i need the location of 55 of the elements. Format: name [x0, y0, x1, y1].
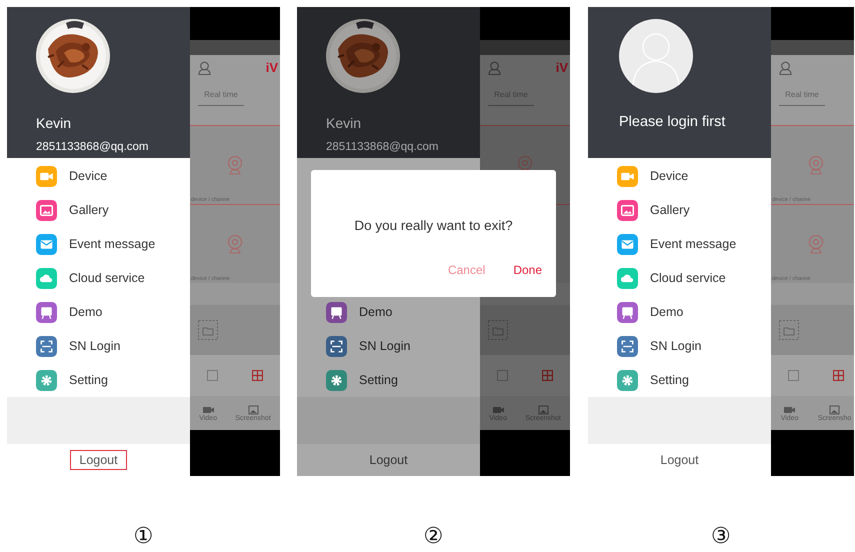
logout-button[interactable]: Logout [360, 450, 417, 470]
done-button[interactable]: Done [513, 263, 542, 277]
webcam-icon [226, 234, 244, 254]
video-camera-icon [492, 404, 505, 414]
user-email: 2851133868@qq.com [326, 141, 440, 153]
menu-item[interactable]: Event message [7, 227, 190, 261]
menu-item[interactable]: Setting [297, 363, 480, 397]
webcam-icon [807, 155, 825, 175]
grid-view-icon[interactable] [542, 370, 553, 381]
menu-item[interactable]: Cloud service [588, 261, 771, 295]
menu-item[interactable]: Demo [588, 295, 771, 329]
menu-item[interactable]: Device [588, 159, 771, 193]
step-number: ③ [711, 523, 731, 548]
menu-item[interactable]: Cloud service [7, 261, 190, 295]
user-icon [198, 61, 211, 75]
webcam-icon [226, 155, 244, 175]
app-logo: iV [266, 60, 278, 75]
dialog-message: Do you really want to exit? [353, 218, 514, 233]
step-number: ① [134, 523, 154, 548]
avatar-icon [619, 19, 693, 93]
user-name: Kevin [36, 115, 72, 131]
menu-item[interactable]: Gallery [588, 193, 771, 227]
single-view-icon[interactable] [207, 370, 218, 381]
folder-icon[interactable] [779, 320, 799, 340]
photo-icon [828, 404, 842, 414]
user-name: Kevin [326, 115, 362, 131]
login-prompt: Please login first [619, 114, 726, 130]
video-camera-icon [783, 404, 796, 414]
grid-view-icon[interactable] [252, 370, 263, 381]
video-camera-icon [202, 404, 215, 414]
photo-icon [246, 404, 260, 414]
step-number: ② [424, 523, 444, 548]
user-icon [779, 61, 792, 75]
menu-item[interactable]: Setting [588, 363, 771, 397]
folder-icon[interactable] [488, 320, 508, 340]
user-icon [488, 61, 501, 75]
grid-view-icon[interactable] [833, 370, 844, 381]
menu-item[interactable]: SN Login [588, 329, 771, 363]
menu-item[interactable]: Demo [297, 295, 480, 329]
menu-item[interactable]: Demo [7, 295, 190, 329]
menu-item[interactable]: SN Login [297, 329, 480, 363]
folder-icon[interactable] [198, 320, 218, 340]
logout-button[interactable]: Logout [651, 450, 708, 470]
app-logo: iV [556, 60, 568, 75]
menu-item[interactable]: SN Login [7, 329, 190, 363]
menu-item[interactable]: Gallery [7, 193, 190, 227]
logout-button[interactable]: Logout [70, 450, 127, 470]
single-view-icon[interactable] [788, 370, 799, 381]
user-email: 2851133868@qq.com [36, 141, 150, 153]
menu-item[interactable]: Event message [588, 227, 771, 261]
webcam-icon [807, 234, 825, 254]
menu-item[interactable]: Device [7, 159, 190, 193]
photo-icon [536, 404, 550, 414]
single-view-icon[interactable] [497, 370, 508, 381]
menu-item[interactable]: Setting [7, 363, 190, 397]
